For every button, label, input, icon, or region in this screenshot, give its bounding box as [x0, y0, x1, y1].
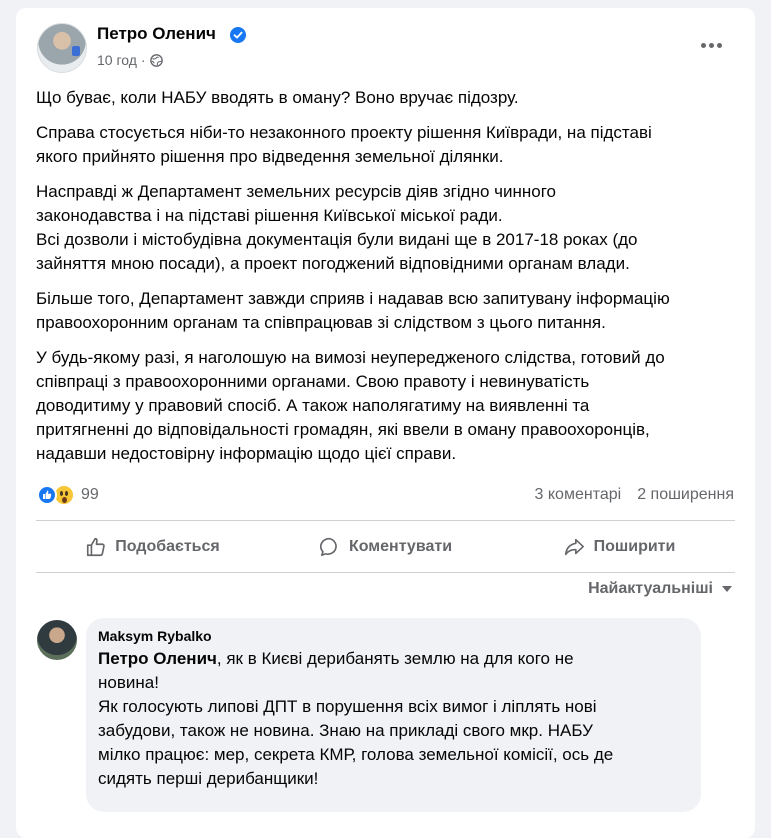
reactions-summary[interactable]: 99 — [37, 484, 99, 506]
comment-icon — [319, 537, 337, 557]
post-paragraph: У будь-якому разі, я наголошую на вимозі… — [36, 348, 665, 463]
sort-label: Найактуальніші — [588, 580, 713, 597]
post-time[interactable]: 10 год — [97, 52, 137, 68]
comment-sort-dropdown[interactable]: Найактуальніші — [588, 580, 733, 598]
post-meta: 10 год · — [97, 52, 163, 68]
shares-count-link[interactable]: 2 поширення — [637, 486, 734, 504]
dot-icon — [716, 42, 722, 48]
reaction-count: 99 — [81, 486, 99, 503]
like-button[interactable]: Подобається — [36, 525, 269, 569]
post-actions: Подобається Коментувати Поширити — [36, 525, 735, 569]
post-paragraph: Справа стосується ніби-то незаконного пр… — [36, 123, 652, 166]
share-button[interactable]: Поширити — [502, 525, 735, 569]
post-paragraph: Насправді ж Департамент земельних ресурс… — [36, 182, 638, 273]
separator-dot: · — [140, 52, 146, 68]
verified-badge-icon — [230, 27, 246, 43]
globe-icon — [149, 53, 163, 67]
divider — [36, 520, 735, 521]
post-text: Що буває, коли НАБУ вводять в оману? Вон… — [36, 86, 736, 477]
comments-count-link[interactable]: 3 коментарі — [535, 486, 622, 504]
comment-label: Коментувати — [348, 538, 453, 555]
divider — [36, 572, 735, 573]
comment-bubble: Maksym Rybalko Петро Оленич, як в Києві … — [86, 618, 701, 812]
comment-button[interactable]: Коментувати — [269, 525, 502, 569]
more-options-button[interactable] — [696, 30, 726, 60]
post-card: Петро Оленич 10 год · Що буває, коли НАБ… — [16, 8, 755, 838]
caret-down-icon — [722, 586, 732, 592]
post-paragraph: Більше того, Департамент завжди сприяв і… — [36, 289, 670, 332]
dot-icon — [700, 42, 706, 48]
comment-text: Петро Оленич, як в Києві дерибанять земл… — [98, 647, 689, 791]
thumbs-up-icon — [87, 537, 105, 557]
post-paragraph: Що буває, коли НАБУ вводять в оману? Вон… — [36, 88, 519, 107]
comment-body: , як в Києві дерибанять землю на для ког… — [98, 649, 614, 788]
like-reaction-icon — [37, 485, 57, 505]
commenter-avatar[interactable] — [37, 620, 77, 660]
like-label: Подобається — [115, 538, 220, 555]
share-icon — [564, 538, 584, 556]
share-label: Поширити — [593, 538, 676, 555]
comment-mention[interactable]: Петро Оленич — [98, 649, 217, 668]
post-stats: 3 коментарі 2 поширення — [535, 486, 734, 504]
dot-icon — [708, 42, 714, 48]
author-name[interactable]: Петро Оленич — [97, 24, 216, 44]
author-avatar[interactable] — [37, 23, 87, 73]
comment-author[interactable]: Maksym Rybalko — [98, 626, 689, 646]
